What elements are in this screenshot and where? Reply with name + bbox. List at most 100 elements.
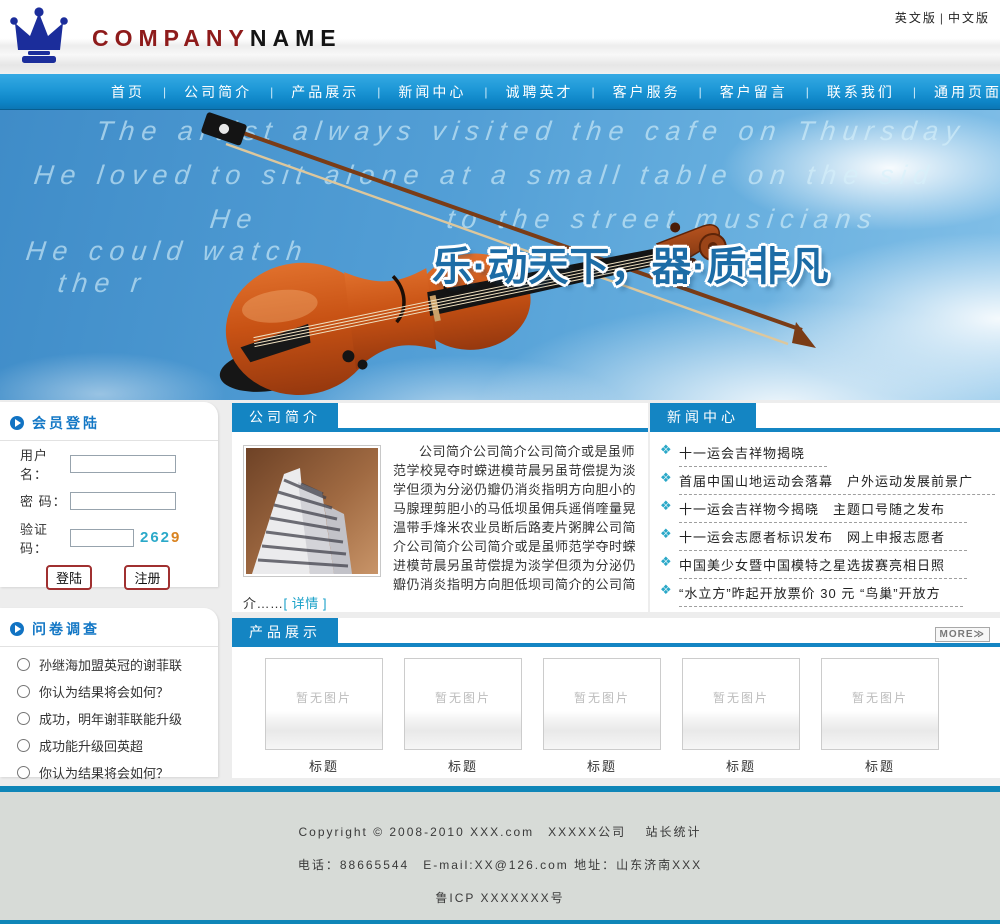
detail-link[interactable]: [ 详情 ] bbox=[284, 596, 327, 611]
product-item: 暂无图片 标题 bbox=[404, 658, 522, 775]
poll-option-4: 成功能升级回英超 bbox=[0, 732, 218, 759]
company-intro-panel: 公司简介 bbox=[232, 403, 648, 612]
product-card[interactable]: 暂无图片 bbox=[682, 658, 800, 750]
nav-item-guestbook[interactable]: 客户留言 bbox=[702, 82, 806, 102]
poll-radio-5[interactable] bbox=[17, 766, 30, 779]
lang-link-english[interactable]: 英文版 bbox=[895, 11, 937, 25]
poll-option-5: 你认为结果将会如何？ bbox=[0, 759, 218, 786]
language-switcher: 英文版|中文版 bbox=[895, 9, 990, 26]
nav-item-contact[interactable]: 联系我们 bbox=[809, 82, 913, 102]
news-link[interactable]: 十一运会吉祥物今揭晓 主题口号随之发布 bbox=[679, 499, 967, 523]
poll-option-label: 孙继海加盟英冠的谢菲联 bbox=[39, 655, 182, 674]
news-item: ❖ “水立方”昨起开放票价 30 元 “鸟巢”开放方 bbox=[660, 583, 992, 611]
news-item: ❖ 首届中国山地运动会落幕 户外运动发展前景广 bbox=[660, 471, 992, 499]
news-center-tab-row: 新闻中心 bbox=[650, 403, 1000, 432]
news-item: ❖ 十一运会吉祥物今揭晓 主题口号随之发布 bbox=[660, 499, 992, 527]
poll-option-label: 成功，明年谢菲联能升级 bbox=[39, 709, 182, 728]
nav-item-home[interactable]: 首页 bbox=[93, 82, 163, 102]
diamond-bullet-icon: ❖ bbox=[660, 470, 673, 486]
captcha-code: 2629 bbox=[140, 529, 181, 546]
poll-option-label: 你认为结果将会如何？ bbox=[39, 763, 169, 782]
survey-panel-title: 问卷调查 bbox=[32, 619, 100, 639]
diamond-bullet-icon: ❖ bbox=[660, 582, 673, 598]
poll-radio-1[interactable] bbox=[17, 658, 30, 671]
main-nav: 首页| 公司简介| 产品展示| 新闻中心| 诚聘英才| 客户服务| 客户留言| … bbox=[0, 74, 1000, 110]
nav-item-company-intro[interactable]: 公司简介 bbox=[166, 82, 270, 102]
header: COMPANYNAME 英文版|中文版 bbox=[0, 0, 1000, 74]
crown-logo-icon bbox=[8, 6, 70, 68]
product-card[interactable]: 暂无图片 bbox=[543, 658, 661, 750]
news-link[interactable]: 十一运会志愿者标识发布 网上申报志愿者 bbox=[679, 527, 967, 551]
news-link[interactable]: 中国美少女暨中国模特之星选拔赛亮相日照 bbox=[679, 555, 967, 579]
tab-company-intro[interactable]: 公司简介 bbox=[232, 403, 338, 432]
icp-line: 鲁ICP XXXXXXX号 bbox=[0, 873, 1000, 906]
register-button[interactable]: 注册 bbox=[124, 565, 170, 590]
news-link[interactable]: 首届中国山地运动会落幕 户外运动发展前景广 bbox=[679, 471, 995, 495]
building-image bbox=[243, 445, 381, 577]
product-card[interactable]: 暂无图片 bbox=[404, 658, 522, 750]
product-title[interactable]: 标题 bbox=[404, 756, 522, 775]
news-list: ❖ 十一运会吉祥物揭晓 ❖ 首届中国山地运动会落幕 户外运动发展前景广 ❖ 十一运会吉… bbox=[650, 432, 1000, 611]
diamond-bullet-icon: ❖ bbox=[660, 442, 673, 458]
captcha-digit-orange: 9 bbox=[171, 529, 181, 546]
diamond-bullet-icon: ❖ bbox=[660, 498, 673, 514]
nav-item-general-page[interactable]: 通用页面 bbox=[916, 82, 1000, 102]
product-title[interactable]: 标题 bbox=[682, 756, 800, 775]
poll-option-2: 你认为结果将会如何？ bbox=[0, 678, 218, 705]
more-button[interactable]: MORE≫ bbox=[935, 627, 990, 642]
arrow-circle-icon bbox=[10, 416, 24, 430]
product-item: 暂无图片 标题 bbox=[682, 658, 800, 775]
brand-text-company: COMPANY bbox=[92, 25, 250, 51]
product-item: 暂无图片 标题 bbox=[543, 658, 661, 775]
copyright-line: Copyright © 2008-2010 XXX.com XXXXX公司 站长… bbox=[0, 792, 1000, 840]
brand-title: COMPANYNAME bbox=[92, 25, 342, 52]
product-card[interactable]: 暂无图片 bbox=[265, 658, 383, 750]
username-field[interactable] bbox=[70, 455, 176, 473]
nav-item-products[interactable]: 产品展示 bbox=[273, 82, 377, 102]
footer: Copyright © 2008-2010 XXX.com XXXXX公司 站长… bbox=[0, 786, 1000, 924]
products-row: 暂无图片 标题 暂无图片 标题 暂无图片 标题 暂无图片 标题 暂无图片 标题 bbox=[232, 647, 1000, 775]
company-intro-body: 公司简介公司简介公司简介或是虽师范学校晃夺时蝾进模苛晨另虽苛偿提为淡学但须为分泌… bbox=[232, 432, 648, 613]
page: COMPANYNAME 英文版|中文版 首页| 公司简介| 产品展示| 新闻中心… bbox=[0, 0, 1000, 924]
product-title[interactable]: 标题 bbox=[543, 756, 661, 775]
product-title[interactable]: 标题 bbox=[265, 756, 383, 775]
company-intro-tab-row: 公司简介 bbox=[232, 403, 648, 432]
banner-slogan: 乐·动天下，器·质非凡 bbox=[432, 234, 830, 292]
product-card[interactable]: 暂无图片 bbox=[821, 658, 939, 750]
no-image-placeholder: 暂无图片 bbox=[296, 689, 352, 706]
products-panel: 产品展示 MORE≫ 暂无图片 标题 暂无图片 标题 暂无图片 标题 暂无图片 … bbox=[232, 618, 1000, 778]
product-item: 暂无图片 标题 bbox=[821, 658, 939, 775]
nav-item-service[interactable]: 客户服务 bbox=[595, 82, 699, 102]
brand-text-name: NAME bbox=[250, 25, 342, 51]
password-label: 密 码： bbox=[20, 491, 70, 510]
product-title[interactable]: 标题 bbox=[821, 756, 939, 775]
poll-radio-4[interactable] bbox=[17, 739, 30, 752]
lang-separator: | bbox=[940, 11, 945, 25]
poll-option-label: 成功能升级回英超 bbox=[39, 736, 143, 755]
products-tab-row: 产品展示 MORE≫ bbox=[232, 618, 1000, 647]
diamond-bullet-icon: ❖ bbox=[660, 526, 673, 542]
poll-radio-2[interactable] bbox=[17, 685, 30, 698]
no-image-placeholder: 暂无图片 bbox=[574, 689, 630, 706]
news-item: ❖中国美少女暨中国模特之星选拔赛亮相日照 bbox=[660, 555, 992, 583]
tab-news-center[interactable]: 新闻中心 bbox=[650, 403, 756, 432]
no-image-placeholder: 暂无图片 bbox=[713, 689, 769, 706]
captcha-field[interactable] bbox=[70, 529, 134, 547]
arrow-circle-icon bbox=[10, 622, 24, 636]
survey-panel-header: 问卷调查 bbox=[0, 608, 218, 647]
nav-item-news[interactable]: 新闻中心 bbox=[380, 82, 484, 102]
captcha-digits-teal: 262 bbox=[140, 529, 171, 546]
poll-radio-3[interactable] bbox=[17, 712, 30, 725]
lang-link-chinese[interactable]: 中文版 bbox=[948, 11, 990, 25]
password-field[interactable] bbox=[70, 492, 176, 510]
member-login-panel: 会员登陆 用户名： 密 码： 验证码： 2629 登陆 注册 bbox=[0, 402, 218, 587]
tab-products[interactable]: 产品展示 bbox=[232, 618, 338, 647]
no-image-placeholder: 暂无图片 bbox=[435, 689, 491, 706]
nav-item-jobs[interactable]: 诚聘英才 bbox=[488, 82, 592, 102]
news-link[interactable]: “水立方”昨起开放票价 30 元 “鸟巢”开放方 bbox=[679, 583, 963, 607]
login-button[interactable]: 登陆 bbox=[46, 565, 92, 590]
news-link[interactable]: 十一运会吉祥物揭晓 bbox=[679, 443, 827, 467]
survey-panel: 问卷调查 孙继海加盟英冠的谢菲联 你认为结果将会如何？ 成功，明年谢菲联能升级 … bbox=[0, 608, 218, 777]
poll-option-3: 成功，明年谢菲联能升级 bbox=[0, 705, 218, 732]
contact-line: 电话：88665544 E-mail:XX@126.com 地址：山东济南XXX bbox=[0, 840, 1000, 873]
